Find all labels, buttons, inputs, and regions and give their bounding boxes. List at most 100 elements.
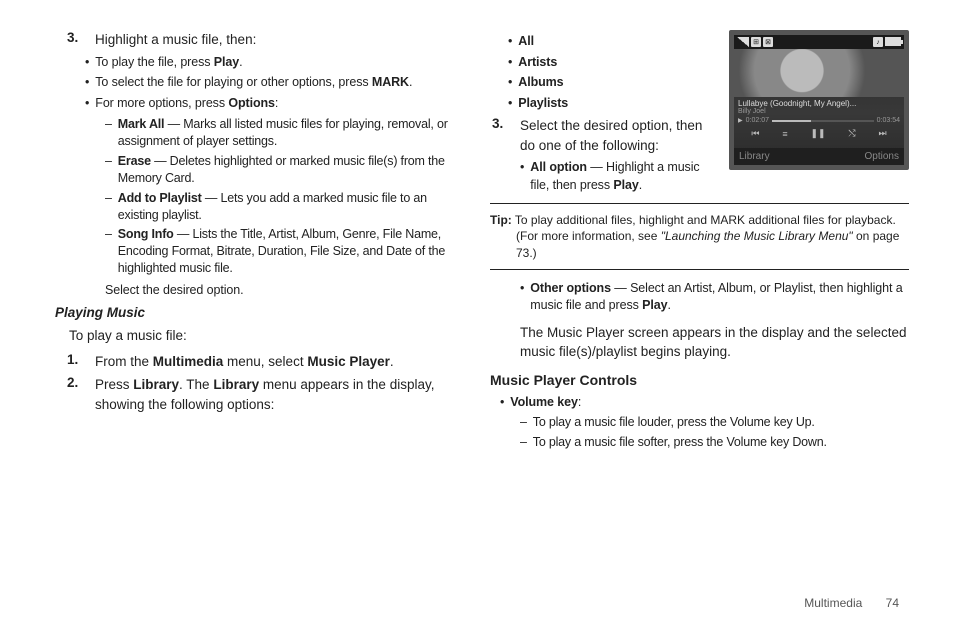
text: From the bbox=[95, 354, 153, 369]
softkey-row: Library Options bbox=[734, 148, 904, 165]
status-bar: ⊞ ⊠ ♪ bbox=[734, 35, 904, 49]
page-footer: Multimedia 74 bbox=[804, 596, 899, 610]
tip-ref: "Launching the Music Library Menu" bbox=[661, 229, 853, 243]
text: : bbox=[578, 395, 581, 409]
next-icon: ⏭ bbox=[878, 128, 886, 139]
bullet-other-options: Other options — Select an Artist, Album,… bbox=[520, 280, 909, 315]
bullet-all-option: All option — Highlight a music file, the… bbox=[520, 159, 715, 194]
play-icon: ▶ bbox=[738, 117, 743, 124]
footer-section: Multimedia bbox=[804, 596, 862, 610]
softkey-right: Options bbox=[865, 151, 899, 162]
play-label: Play bbox=[642, 298, 667, 312]
menu-icon: ≡ bbox=[782, 129, 787, 139]
time-total: 0:03:54 bbox=[877, 117, 900, 124]
text: . bbox=[409, 75, 412, 89]
right-column: All Artists Albums Playlists 3. Select t… bbox=[490, 30, 909, 570]
music-player-label: Music Player bbox=[307, 354, 390, 369]
step-3-text: Highlight a music file, then: bbox=[95, 30, 455, 50]
dash-volume-down: To play a music file softer, press the V… bbox=[520, 434, 909, 451]
opt-playlists-label: Playlists bbox=[518, 95, 715, 113]
battery-icon bbox=[885, 37, 901, 46]
music-player-controls-heading: Music Player Controls bbox=[490, 372, 909, 388]
text: For more options, press bbox=[95, 96, 228, 110]
text: To play a music file softer, press the V… bbox=[533, 434, 909, 451]
other-options-label: Other options bbox=[530, 281, 611, 295]
dash-mark-all: Mark All — Marks all listed music files … bbox=[105, 116, 455, 150]
pause-icon: ❚❚ bbox=[810, 128, 825, 139]
step-2-body: Press Library. The Library menu appears … bbox=[95, 375, 455, 414]
library-label-2: Library bbox=[213, 377, 259, 392]
text: . bbox=[239, 55, 242, 69]
to-play-text: To play a music file: bbox=[69, 326, 455, 346]
mark-all-label: Mark All bbox=[118, 117, 165, 131]
step-3-number: 3. bbox=[65, 30, 95, 50]
footer-page-number: 74 bbox=[886, 596, 899, 610]
progress-bar bbox=[772, 120, 874, 122]
play-label: Play bbox=[214, 55, 239, 69]
text: To play a music file louder, press the V… bbox=[533, 414, 909, 431]
text: Press bbox=[95, 377, 133, 392]
dash-volume-up: To play a music file louder, press the V… bbox=[520, 414, 909, 431]
text: : bbox=[275, 96, 278, 110]
text: . The bbox=[179, 377, 213, 392]
right-step-3-number: 3. bbox=[490, 116, 520, 155]
opt-all-label: All bbox=[518, 33, 715, 51]
album-art bbox=[734, 49, 904, 97]
status-icon: ⊞ bbox=[751, 37, 761, 47]
step-2-number: 2. bbox=[65, 375, 95, 414]
play-label: Play bbox=[613, 178, 638, 192]
rule-bottom bbox=[490, 269, 909, 270]
erase-label: Erase bbox=[118, 154, 151, 168]
opt-albums-label: Albums bbox=[518, 74, 715, 92]
all-option-label: All option bbox=[530, 160, 587, 174]
right-top-row: All Artists Albums Playlists 3. Select t… bbox=[490, 30, 909, 197]
track-artist: Billy Joel bbox=[734, 108, 904, 117]
bullet-play-file: To play the file, press Play. bbox=[85, 54, 455, 71]
softkey-left: Library bbox=[739, 151, 770, 162]
text: — Deletes highlighted or marked music fi… bbox=[118, 154, 445, 185]
player-controls: ⏮ ≡ ❚❚ ⤭ ⏭ bbox=[734, 124, 904, 143]
bullet-volume-key: Volume key: bbox=[500, 394, 909, 412]
options-label: Options bbox=[228, 96, 275, 110]
status-icon: ♪ bbox=[873, 37, 883, 47]
status-icon: ⊠ bbox=[763, 37, 773, 47]
time-elapsed: 0:02:07 bbox=[746, 117, 769, 124]
right-step-3: 3. Select the desired option, then do on… bbox=[490, 116, 715, 155]
dash-erase: Erase — Deletes highlighted or marked mu… bbox=[105, 153, 455, 187]
tip-block: Tip: To play additional files, highlight… bbox=[490, 210, 909, 263]
bullet-more-options: For more options, press Options: bbox=[85, 95, 455, 112]
player-appears-text: The Music Player screen appears in the d… bbox=[520, 323, 909, 362]
library-label: Library bbox=[133, 377, 179, 392]
step-1-body: From the Multimedia menu, select Music P… bbox=[95, 352, 455, 372]
play-step-2: 2. Press Library. The Library menu appea… bbox=[65, 375, 455, 414]
music-player-screenshot: ⊞ ⊠ ♪ Lullabye (Goodnight, My Angel)... … bbox=[729, 30, 909, 170]
step-3: 3. Highlight a music file, then: bbox=[65, 30, 455, 50]
opt-artists-label: Artists bbox=[518, 54, 715, 72]
opt-albums: Albums bbox=[508, 74, 715, 92]
prev-icon: ⏮ bbox=[751, 128, 759, 139]
text: . bbox=[639, 178, 642, 192]
song-info-label: Song Info bbox=[118, 227, 174, 241]
dash-song-info: Song Info — Lists the Title, Artist, Alb… bbox=[105, 226, 455, 277]
playing-music-heading: Playing Music bbox=[55, 305, 455, 320]
bullet-select-file: To select the file for playing or other … bbox=[85, 74, 455, 91]
multimedia-label: Multimedia bbox=[153, 354, 224, 369]
text: . bbox=[390, 354, 394, 369]
text: . bbox=[667, 298, 670, 312]
left-column: 3. Highlight a music file, then: To play… bbox=[55, 30, 455, 570]
tip-label: Tip: bbox=[490, 213, 512, 227]
volume-key-label: Volume key bbox=[510, 395, 578, 409]
progress-row: ▶ 0:02:07 0:03:54 bbox=[734, 117, 904, 124]
text: To play the file, press bbox=[95, 55, 214, 69]
opt-artists: Artists bbox=[508, 54, 715, 72]
step-1-number: 1. bbox=[65, 352, 95, 372]
play-step-1: 1. From the Multimedia menu, select Musi… bbox=[65, 352, 455, 372]
opt-playlists: Playlists bbox=[508, 95, 715, 113]
mark-label: MARK bbox=[372, 75, 409, 89]
add-playlist-label: Add to Playlist bbox=[118, 191, 202, 205]
opt-all: All bbox=[508, 33, 715, 51]
text: — Marks all listed music files for playi… bbox=[118, 117, 448, 148]
rule-top bbox=[490, 203, 909, 204]
shuffle-icon: ⤭ bbox=[848, 128, 855, 139]
select-desired-option: Select the desired option. bbox=[105, 283, 455, 297]
